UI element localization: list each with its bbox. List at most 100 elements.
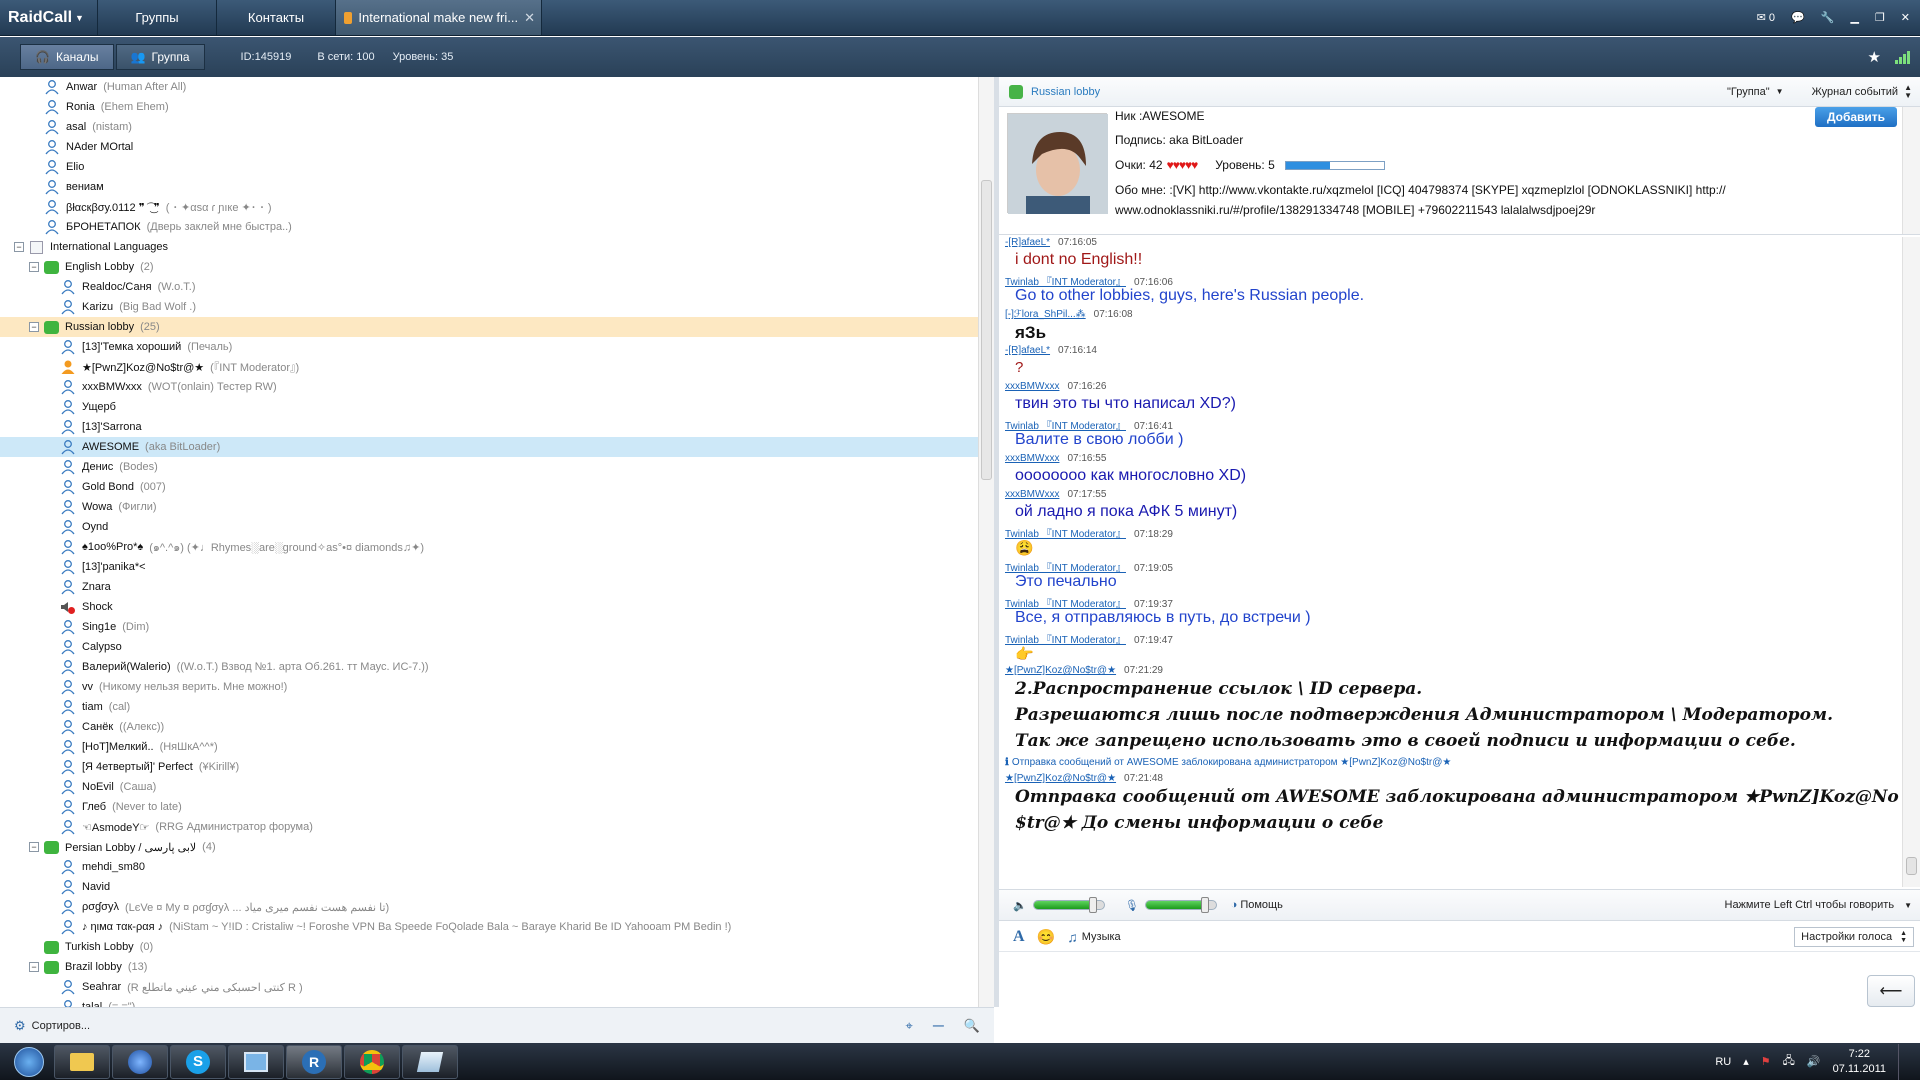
chat-sender-name[interactable]: ★[PwnZ]Koz@No$tr@★ (1005, 773, 1116, 784)
close-tab-icon[interactable]: ✕ (524, 10, 535, 26)
chat-sender-name[interactable]: [-]ℱlora_ShPil...⁂ (1005, 309, 1086, 320)
tree-user[interactable]: Валерий(Walerio) ((W.o.T.) Взвод №1. арта… (0, 657, 978, 677)
tree-channel[interactable]: − English Lobby (2) (0, 257, 978, 277)
tree-user[interactable]: tiam (cal) (0, 697, 978, 717)
start-button[interactable] (6, 1045, 52, 1079)
mail-icon[interactable]: ✉ 0 (1757, 11, 1775, 24)
tree-user[interactable]: [НоТ]Мелкий.. (НяШкА^^*) (0, 737, 978, 757)
tree-channel[interactable]: − Russian lobby (25) (0, 317, 978, 337)
tree-user[interactable]: Денис (Bodes) (0, 457, 978, 477)
tab-contacts[interactable]: Контакты (217, 0, 336, 35)
event-log-button[interactable]: Журнал событий (1812, 86, 1898, 98)
message-input[interactable] (999, 953, 1920, 1043)
clock[interactable]: 7:22 07.11.2011 (1833, 1047, 1886, 1077)
sort-button[interactable]: Сортиров... (32, 1020, 90, 1032)
tree-user[interactable]: Calypso (0, 637, 978, 657)
tree-user[interactable]: ☜AsmodeY☞ (RRG Администратор форума) (0, 817, 978, 837)
tree-user[interactable]: Ущерб (0, 397, 978, 417)
collapse-icon[interactable]: — (933, 1020, 944, 1032)
wrench-icon[interactable]: 🔧 (1821, 11, 1835, 24)
search-icon[interactable]: 🔍 (964, 1018, 980, 1034)
tree-user[interactable]: NAder MOrtal (0, 137, 978, 157)
tree-scrollbar-thumb[interactable] (981, 180, 992, 480)
tree-user[interactable]: Realdoc/Саня (W.o.T.) (0, 277, 978, 297)
tree-user[interactable]: [13]'panika*< (0, 557, 978, 577)
tree-user[interactable]: Navid (0, 877, 978, 897)
tree-user[interactable]: Anwar (Human After All) (0, 77, 978, 97)
tree-user[interactable]: Seahrar (R کنتی احسبکی مني عيني ماتطلع R … (0, 977, 978, 997)
favorite-star-icon[interactable]: ★ (1868, 48, 1881, 66)
expand-toggle-icon[interactable]: − (29, 262, 39, 272)
gear-icon[interactable]: ⚙ (14, 1018, 26, 1034)
speaker-volume-slider[interactable] (1032, 897, 1105, 913)
tree-user[interactable]: ★[PwnZ]Koz@No$tr@★ (『INT Moderator』) (0, 357, 978, 377)
tree-user[interactable]: talal (=.=") (0, 997, 978, 1007)
taskbar-skype[interactable]: S (170, 1044, 226, 1079)
tree-user[interactable]: вениам (0, 177, 978, 197)
tree-user[interactable]: Karizu (Big Bad Wolf .) (0, 297, 978, 317)
taskbar-media-player[interactable] (112, 1044, 168, 1079)
scroll-arrows-icon[interactable]: ▲ ▼ (1904, 83, 1912, 100)
taskbar-app[interactable] (228, 1044, 284, 1079)
chat-scrollbar-thumb[interactable] (1906, 857, 1917, 875)
minimize-icon[interactable]: ▁ (1850, 11, 1858, 24)
expand-toggle-icon[interactable]: − (29, 962, 39, 972)
help-icon[interactable]: ◑ (1231, 899, 1238, 911)
chevron-down-icon[interactable]: ▼ (1904, 901, 1912, 910)
expand-toggle-icon[interactable]: − (14, 242, 24, 252)
tree-user[interactable]: ♪ ηιмα тαк-ραя ♪ (NiStam ~ Y!ID : Cristal… (0, 917, 978, 937)
language-indicator[interactable]: RU (1715, 1056, 1731, 1068)
speaker-icon[interactable]: 🔈 (1013, 899, 1027, 912)
tree-user[interactable]: [Я 4етвертый]' Perfect (¥Kirill¥) (0, 757, 978, 777)
tree-user[interactable]: NoEvil (Саша) (0, 777, 978, 797)
tab-groups[interactable]: Группы (98, 0, 217, 35)
expand-toggle-icon[interactable]: − (29, 322, 39, 332)
channel-tree[interactable]: Anwar (Human After All) Ronia (Ehem Ehem) as… (0, 77, 978, 1007)
tree-user[interactable]: [13]'Sarrona (0, 417, 978, 437)
voice-settings-select[interactable]: Настройки голоса ▲ ▼ (1794, 926, 1914, 947)
profile-scrollbar[interactable] (1902, 107, 1920, 234)
taskbar-notepad[interactable] (402, 1044, 458, 1079)
music-button[interactable]: ♫ Музыка (1067, 929, 1120, 945)
mic-volume-slider[interactable] (1144, 897, 1217, 913)
tree-user[interactable]: ρσɠσуλ (LєVe ¤ My ¤ ρσɠσуλ ... تا نفسم هس… (0, 897, 978, 917)
show-desktop-button[interactable] (1898, 1043, 1910, 1080)
chat-sender-name[interactable]: xxxBMWxxx (1005, 489, 1059, 500)
chat-sender-name[interactable]: xxxBMWxxx (1005, 453, 1059, 464)
tree-user[interactable]: ♠1oo%Pro*♠ (๑^.^๑) (✦♩Rhymes░are░ground✧a… (0, 537, 978, 557)
taskbar-raidcall[interactable]: R (286, 1044, 342, 1079)
tree-user[interactable]: Oynd (0, 517, 978, 537)
tree-channel[interactable]: − Brazil lobby (13) (0, 957, 978, 977)
tree-user[interactable]: Sing1e (Dim) (0, 617, 978, 637)
tree-user[interactable]: AWESOME (aka BitLoader) (0, 437, 978, 457)
tree-user[interactable]: Wowa (Фигли) (0, 497, 978, 517)
help-link[interactable]: Помощь (1240, 899, 1283, 911)
tree-user[interactable]: asal (nistam) (0, 117, 978, 137)
tree-user[interactable]: Shock (0, 597, 978, 617)
tree-category[interactable]: − International Languages (0, 237, 978, 257)
font-icon[interactable]: A (1013, 928, 1025, 946)
tree-user[interactable]: БРОНЕТАПОК (Дверь заклей мне быстра..) (0, 217, 978, 237)
maximize-icon[interactable]: ❐ (1875, 11, 1885, 24)
chat-icon[interactable]: 💬 (1791, 11, 1805, 24)
close-icon[interactable]: ✕ (1901, 11, 1910, 24)
tree-user[interactable]: Gold Bond (007) (0, 477, 978, 497)
tree-user[interactable]: Znara (0, 577, 978, 597)
taskbar-chrome[interactable] (344, 1044, 400, 1079)
tree-channel[interactable]: − Persian Lobby / لابی پارسی (4) (0, 837, 978, 857)
tab-active-channel[interactable]: International make new fri... ✕ (336, 0, 542, 35)
chat-scrollbar[interactable] (1902, 237, 1920, 887)
chat-sender-name[interactable]: -[R]afaeL* (1005, 345, 1050, 356)
chat-sender-name[interactable]: ★[PwnZ]Koz@No$tr@★ (1005, 665, 1116, 676)
tree-user[interactable]: βłαcкβσу.0112 ❞ ͡ ͜ ❞ ( ･ ✦αsα ɾ ɲıке ✦･ … (0, 197, 978, 217)
channels-tab[interactable]: 🎧 Каналы (20, 44, 114, 70)
send-button[interactable]: ⟵ (1867, 975, 1915, 1007)
tree-user[interactable]: Ronia (Ehem Ehem) (0, 97, 978, 117)
group-dropdown[interactable]: "Группа" ▼ (1727, 86, 1784, 98)
tree-user[interactable]: mehdi_sm80 (0, 857, 978, 877)
location-icon[interactable]: ⌖ (905, 1018, 912, 1034)
chat-sender-name[interactable]: xxxBMWxxx (1005, 381, 1059, 392)
flag-icon[interactable]: ⚑ (1761, 1055, 1771, 1068)
add-friend-button[interactable]: Добавить (1815, 107, 1897, 127)
tray-chevron-icon[interactable]: ▴ (1743, 1055, 1749, 1068)
